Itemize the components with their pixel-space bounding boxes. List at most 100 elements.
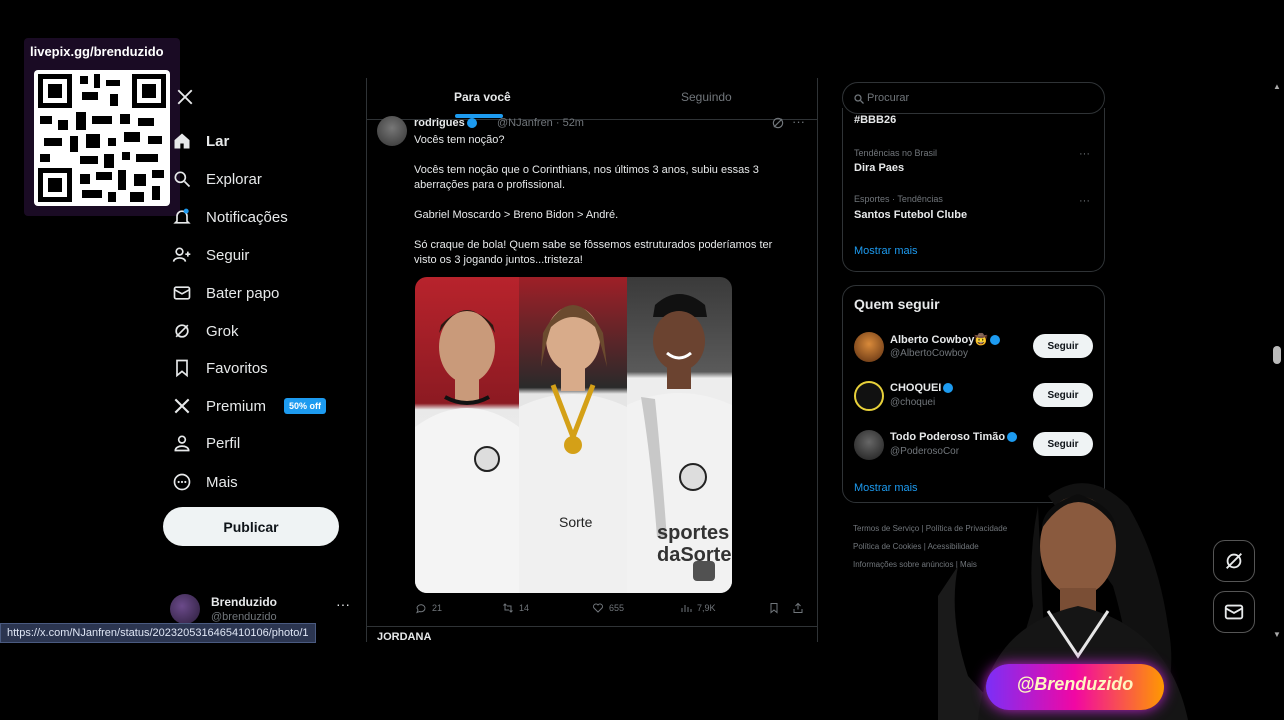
- retweet-button[interactable]: 14: [502, 602, 529, 614]
- nav-item-chat[interactable]: Bater papo: [172, 278, 279, 308]
- nav-label: Lar: [206, 132, 230, 150]
- tweet-text-line: Gabriel Moscardo > Breno Bidon > André.: [414, 209, 619, 221]
- heart-icon: [593, 603, 603, 613]
- avatar[interactable]: [377, 116, 407, 146]
- tab-following[interactable]: Seguindo: [681, 90, 732, 104]
- x-logo-icon[interactable]: [176, 88, 196, 108]
- verified-badge-icon: [1007, 432, 1018, 443]
- nav-label: Bater papo: [206, 284, 280, 302]
- grok-icon: [172, 321, 192, 341]
- stream-logo-text: @Brenduzido: [1016, 674, 1134, 694]
- trend-meta: Tendências no Brasil: [854, 148, 938, 158]
- show-more-link[interactable]: Mostrar mais: [854, 245, 918, 257]
- trends-panel: #BBB26 Tendências no Brasil Dira Paes ··…: [842, 108, 1105, 272]
- trend-name[interactable]: Santos Futebol Clube: [854, 209, 967, 221]
- nav-item-more[interactable]: Mais: [172, 467, 238, 497]
- account-name[interactable]: Alberto Cowboy🤠: [890, 333, 1001, 346]
- follow-button[interactable]: Seguir: [1033, 432, 1093, 456]
- like-button[interactable]: 655: [592, 602, 624, 614]
- nav-item-follow[interactable]: Seguir: [172, 240, 249, 270]
- scrollbar[interactable]: ▲ ▼: [1270, 78, 1284, 642]
- tweet-text-line: visto os 3 jogando juntos...tristeza!: [414, 254, 583, 266]
- nav-label: Explorar: [206, 170, 262, 188]
- views-icon: [681, 605, 692, 612]
- tweet-text-line: Vocês tem noção?: [414, 134, 505, 146]
- nav-label: Premium: [206, 397, 267, 415]
- views-button[interactable]: 7,9K: [680, 602, 716, 614]
- player-photo: Sorte: [519, 277, 627, 593]
- mail-icon: [1224, 604, 1244, 620]
- more-icon[interactable]: ···: [1079, 195, 1090, 207]
- messages-float-button[interactable]: [1213, 591, 1255, 633]
- nav-item-bookmarks[interactable]: Favoritos: [172, 353, 268, 383]
- nav-item-explore[interactable]: Explorar: [172, 164, 262, 194]
- nav-label: Notificações: [206, 208, 288, 226]
- nav-item-grok[interactable]: Grok: [172, 316, 239, 346]
- next-tweet-author[interactable]: JORDANA: [377, 631, 809, 642]
- media-tag-icon[interactable]: [693, 561, 715, 581]
- show-more-link[interactable]: Mostrar mais: [854, 482, 918, 494]
- user-icon: [172, 433, 192, 453]
- follow-button[interactable]: Seguir: [1033, 334, 1093, 358]
- search-icon: [172, 169, 192, 189]
- verified-badge-icon: [943, 383, 954, 394]
- svg-text:Sorte: Sorte: [559, 514, 593, 530]
- more-icon[interactable]: ···: [1079, 148, 1090, 160]
- livepix-url: livepix.gg/brenduzido: [30, 44, 164, 59]
- author-name-text: rodrigues: [414, 117, 465, 129]
- account-switcher[interactable]: Brenduzido @brenduzido ···: [170, 592, 360, 626]
- tab-for-you[interactable]: Para você: [454, 90, 511, 104]
- share-button[interactable]: [792, 602, 804, 614]
- reply-button[interactable]: 21: [415, 602, 442, 614]
- bell-icon: [172, 207, 192, 227]
- account-name: Brenduzido: [211, 595, 277, 609]
- account-name-text: Todo Poderoso Timão: [890, 431, 1006, 443]
- premium-discount-badge: 50% off: [284, 398, 327, 414]
- tweet-photo[interactable]: Sorte sportes daSorte: [415, 277, 732, 593]
- verified-badge-icon: [466, 118, 477, 129]
- scroll-down-arrow-icon[interactable]: ▼: [1273, 630, 1281, 639]
- tweet-author-name[interactable]: rodrigues: [414, 117, 477, 129]
- avatar[interactable]: [854, 381, 884, 411]
- more-circle-icon: [172, 472, 192, 492]
- livepix-overlay: livepix.gg/brenduzido: [24, 38, 180, 216]
- follow-button[interactable]: Seguir: [1033, 383, 1093, 407]
- panel-title: Quem seguir: [854, 296, 940, 312]
- x-logo-icon: [172, 396, 192, 416]
- tweet-text-line: Só craque de bola! Quem sabe se fôssemos…: [414, 239, 773, 251]
- nav-item-notifications[interactable]: Notificações: [172, 202, 288, 232]
- scroll-up-arrow-icon[interactable]: ▲: [1273, 82, 1281, 91]
- reply-count: 21: [432, 603, 443, 613]
- nav-item-profile[interactable]: Perfil: [172, 428, 240, 458]
- grok-icon[interactable]: [771, 116, 785, 130]
- account-name[interactable]: CHOQUEI: [890, 382, 954, 394]
- account-name[interactable]: Todo Poderoso Timão: [890, 431, 1018, 443]
- nav-item-home[interactable]: Lar: [172, 126, 229, 156]
- more-icon[interactable]: ···: [336, 596, 350, 612]
- avatar[interactable]: [854, 430, 884, 460]
- stream-logo: @Brenduzido: [986, 664, 1164, 710]
- tweet-author-handle[interactable]: @NJanfren · 52m: [497, 117, 584, 129]
- trend-meta: Esportes · Tendências: [854, 194, 943, 204]
- trend-name[interactable]: Dira Paes: [854, 162, 904, 174]
- retweet-count: 14: [519, 603, 530, 613]
- share-icon: [793, 602, 803, 613]
- trend-name[interactable]: #BBB26: [854, 114, 896, 126]
- publish-button[interactable]: Publicar: [163, 507, 339, 546]
- bookmark-button[interactable]: [768, 602, 780, 614]
- add-user-icon: [172, 245, 192, 265]
- nav-label: Favoritos: [206, 359, 268, 377]
- nav-label: Seguir: [206, 246, 250, 264]
- nav-label: Grok: [206, 322, 239, 340]
- more-icon[interactable]: ···: [792, 114, 805, 129]
- qr-code-image: [34, 70, 170, 206]
- scrollbar-thumb[interactable]: [1273, 346, 1281, 364]
- search-input[interactable]: Procurar: [842, 82, 1105, 114]
- nav-item-premium[interactable]: Premium 50% off: [172, 391, 327, 421]
- account-handle: @PoderosoCor: [890, 446, 960, 457]
- account-handle: @brenduzido: [211, 611, 277, 623]
- grok-float-button[interactable]: [1213, 540, 1255, 582]
- tweet-text-line: Vocês tem noção que o Corinthians, nos ú…: [414, 164, 759, 176]
- tweet-text-line: aberrações para o profissional.: [414, 179, 566, 191]
- avatar[interactable]: [854, 332, 884, 362]
